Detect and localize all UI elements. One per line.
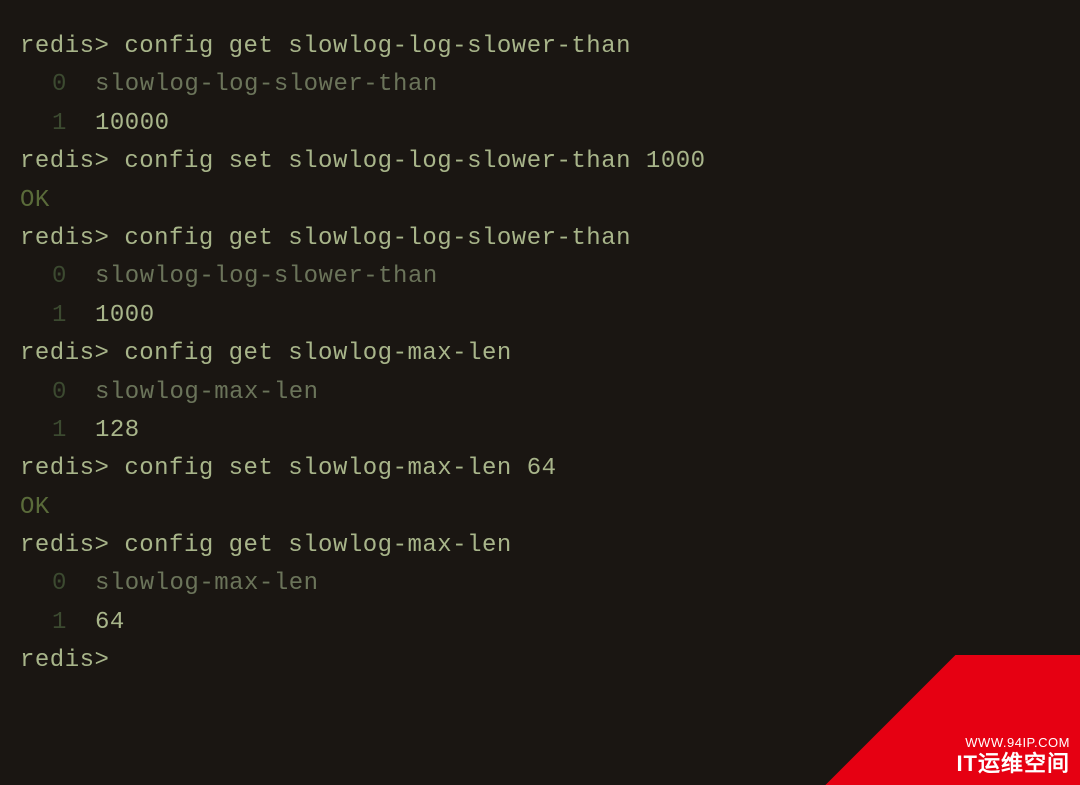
command-text: config set slowlog-log-slower-than 1000 [124,148,705,175]
ok-text: OK [20,494,50,521]
result-value: 1000 [85,302,155,329]
command-text: config get slowlog-log-slower-than [124,33,631,60]
command-line: redis> config get slowlog-log-slower-tha… [20,28,1060,66]
result-key: slowlog-log-slower-than [85,71,438,98]
command-line: redis> config set slowlog-max-len 64 [20,450,1060,488]
result-line: 0slowlog-log-slower-than [20,66,1060,104]
result-index: 1 [20,412,85,450]
watermark-title: IT运维空间 [956,751,1070,777]
result-line: 0slowlog-log-slower-than [20,258,1060,296]
prompt: redis> [20,532,109,559]
prompt: redis> [20,340,109,367]
watermark: WWW.94IP.COM IT运维空间 [800,655,1080,785]
result-index: 0 [20,565,85,603]
result-line: 11000 [20,297,1060,335]
watermark-url: WWW.94IP.COM [956,735,1070,751]
prompt: redis> [20,33,109,60]
command-text: config get slowlog-max-len [124,340,511,367]
ok-line: OK [20,489,1060,527]
watermark-text: WWW.94IP.COM IT运维空间 [956,735,1070,777]
result-key: slowlog-max-len [85,379,319,406]
prompt: redis> [20,647,109,674]
command-text: config get slowlog-max-len [124,532,511,559]
result-line: 0slowlog-max-len [20,374,1060,412]
result-line: 164 [20,604,1060,642]
result-key: slowlog-log-slower-than [85,263,438,290]
result-value: 64 [85,609,125,636]
command-text: config get slowlog-log-slower-than [124,225,631,252]
result-index: 1 [20,297,85,335]
result-index: 0 [20,258,85,296]
command-line: redis> config set slowlog-log-slower-tha… [20,143,1060,181]
ok-line: OK [20,182,1060,220]
prompt: redis> [20,455,109,482]
result-index: 0 [20,66,85,104]
prompt: redis> [20,225,109,252]
prompt: redis> [20,148,109,175]
result-index: 1 [20,105,85,143]
result-line: 0slowlog-max-len [20,565,1060,603]
result-index: 1 [20,604,85,642]
result-value: 10000 [85,110,170,137]
result-key: slowlog-max-len [85,570,319,597]
result-index: 0 [20,374,85,412]
command-line: redis> config get slowlog-max-len [20,335,1060,373]
command-text: config set slowlog-max-len 64 [124,455,556,482]
terminal-output[interactable]: redis> config get slowlog-log-slower-tha… [20,28,1060,681]
ok-text: OK [20,187,50,214]
result-value: 128 [85,417,140,444]
result-line: 110000 [20,105,1060,143]
command-line: redis> config get slowlog-log-slower-tha… [20,220,1060,258]
command-line: redis> config get slowlog-max-len [20,527,1060,565]
result-line: 1128 [20,412,1060,450]
